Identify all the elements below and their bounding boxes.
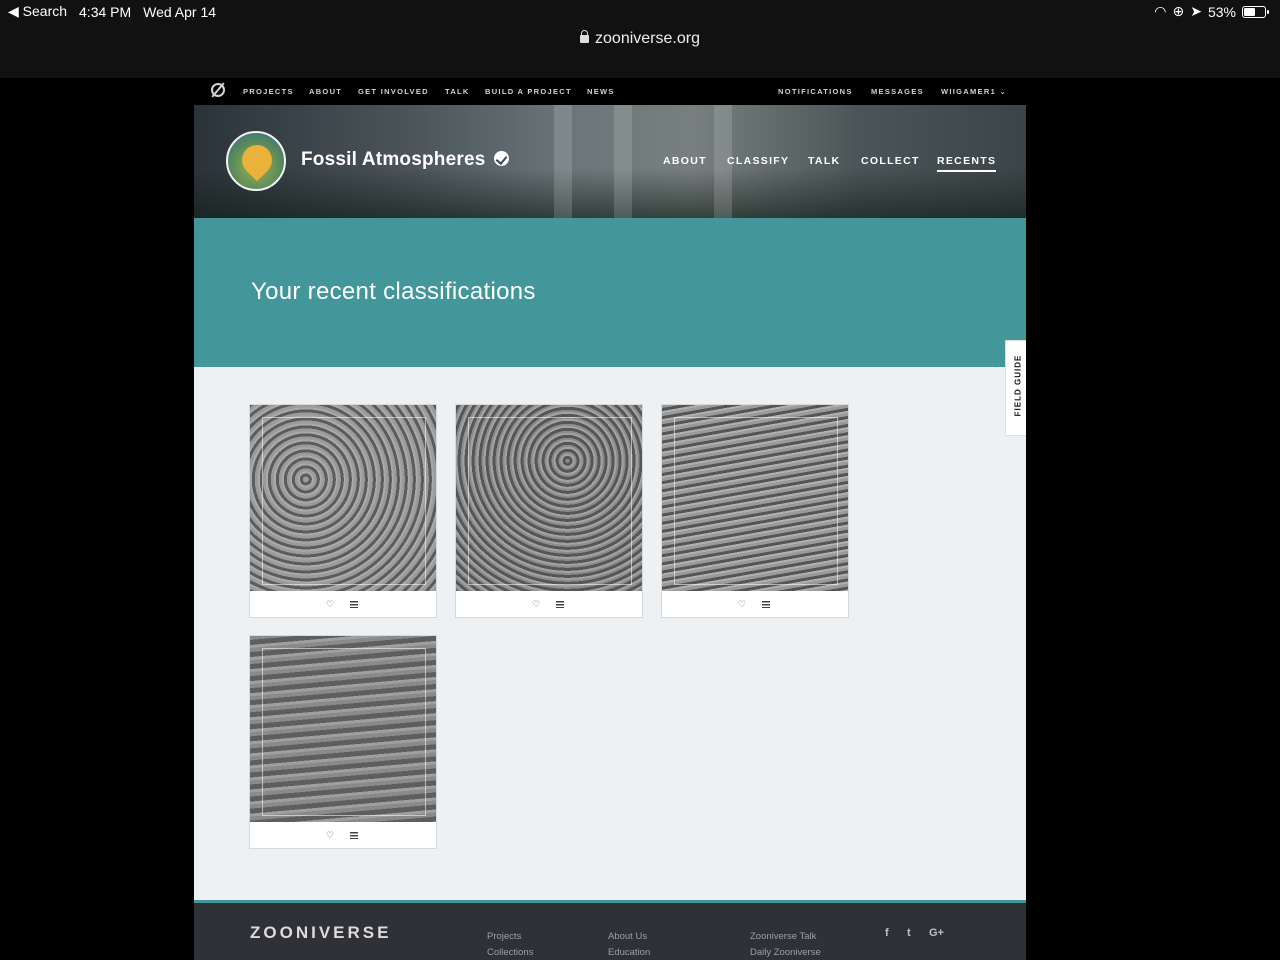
nav-news[interactable]: NEWS: [587, 87, 615, 96]
status-time: 4:34 PM: [79, 3, 132, 20]
project-title[interactable]: Fossil Atmospheres: [301, 149, 509, 171]
footer-link-projects[interactable]: Projects: [487, 929, 533, 945]
battery-percent: 53%: [1207, 3, 1236, 20]
project-tab-classify[interactable]: CLASSIFY: [727, 155, 789, 167]
battery-icon: [1242, 5, 1269, 18]
footer-brand[interactable]: ZOONIVERSE: [250, 923, 391, 943]
location-icon: ➤: [1190, 3, 1202, 19]
status-date: Wed Apr 14: [143, 3, 217, 20]
battery-fill: [1244, 7, 1255, 16]
list-icon[interactable]: [350, 601, 358, 608]
card-actions: ♡: [456, 592, 642, 618]
recent-classification-card: ♡: [249, 635, 437, 849]
project-header: Fossil Atmospheres ABOUT CLASSIFY TALK C…: [194, 105, 1026, 218]
footer-link-about-us[interactable]: About Us: [608, 929, 650, 945]
wifi-icon: ◠: [1154, 3, 1167, 19]
background-pillar: [614, 105, 632, 218]
project-avatar[interactable]: [226, 131, 286, 191]
project-tab-talk[interactable]: TALK: [808, 155, 840, 167]
lock-icon: [580, 30, 590, 43]
subject-thumbnail[interactable]: [456, 405, 642, 591]
background-pillar: [554, 105, 572, 218]
nav-about[interactable]: ABOUT: [309, 87, 342, 96]
recent-classification-card: ♡: [249, 404, 437, 618]
heart-icon[interactable]: ♡: [326, 831, 335, 840]
footer-column: Zooniverse Talk Daily Zooniverse: [750, 929, 821, 960]
twitter-icon[interactable]: t: [907, 927, 911, 939]
subject-thumbnail[interactable]: [250, 636, 436, 822]
subject-thumbnail[interactable]: [250, 405, 436, 591]
card-actions: ♡: [250, 592, 436, 618]
chevron-down-icon: ⌄: [999, 87, 1008, 96]
zooniverse-logo-icon[interactable]: [211, 83, 225, 97]
user-name: WIIGAMER1: [941, 87, 997, 96]
footer-link-daily-zooniverse[interactable]: Daily Zooniverse: [750, 945, 821, 960]
nav-talk[interactable]: TALK: [445, 87, 470, 96]
status-bar: ◀ Search 4:34 PM Wed Apr 14 ◠ ⊕ ➤ 53%: [0, 0, 1280, 22]
list-icon[interactable]: [350, 832, 358, 839]
url-text[interactable]: zooniverse.org: [595, 30, 700, 47]
footer-link-collections[interactable]: Collections: [487, 945, 533, 960]
footer-link-zooniverse-talk[interactable]: Zooniverse Talk: [750, 929, 821, 945]
footer: ZOONIVERSE Projects Collections About Us…: [194, 900, 1026, 960]
nav-build-a-project[interactable]: BUILD A PROJECT: [485, 87, 572, 96]
project-tab-collect[interactable]: COLLECT: [861, 155, 920, 167]
verified-check-icon: [493, 151, 509, 166]
user-menu[interactable]: WIIGAMER1 ⌄: [941, 87, 1007, 96]
footer-column: Projects Collections: [487, 929, 533, 960]
page: PROJECTS ABOUT GET INVOLVED TALK BUILD A…: [194, 78, 1026, 960]
heart-icon[interactable]: ♡: [532, 600, 541, 609]
browser-address-bar[interactable]: zooniverse.org: [0, 22, 1280, 78]
zooniverse-nav: PROJECTS ABOUT GET INVOLVED TALK BUILD A…: [194, 78, 1026, 105]
list-icon[interactable]: [556, 601, 564, 608]
nav-notifications[interactable]: NOTIFICATIONS: [778, 87, 853, 96]
page-banner: Your recent classifications: [194, 218, 1026, 367]
footer-column: About Us Education: [608, 929, 650, 960]
project-tab-recents[interactable]: RECENTS: [937, 155, 997, 172]
field-guide-label: FIELD GUIDE: [1013, 354, 1023, 417]
heart-icon[interactable]: ♡: [326, 600, 335, 609]
recent-classification-card: ♡: [661, 404, 849, 618]
nav-messages[interactable]: MESSAGES: [871, 87, 924, 96]
page-title: Your recent classifications: [251, 278, 536, 305]
facebook-icon[interactable]: f: [885, 927, 889, 939]
project-title-text: Fossil Atmospheres: [301, 149, 486, 170]
list-icon[interactable]: [762, 601, 770, 608]
field-guide-tab[interactable]: FIELD GUIDE: [1005, 340, 1026, 436]
footer-link-education[interactable]: Education: [608, 945, 650, 960]
heart-icon[interactable]: ♡: [738, 600, 747, 609]
subject-thumbnail[interactable]: [662, 405, 848, 591]
back-to-search-link[interactable]: ◀ Search: [8, 3, 67, 20]
nav-projects[interactable]: PROJECTS: [243, 87, 294, 96]
ginkgo-leaf-icon: [235, 138, 279, 182]
orientation-lock-icon: ⊕: [1172, 3, 1185, 19]
card-actions: ♡: [250, 823, 436, 849]
google-plus-icon[interactable]: G+: [929, 927, 944, 939]
project-tab-about[interactable]: ABOUT: [663, 155, 707, 167]
card-actions: ♡: [662, 592, 848, 618]
recent-classification-card: ♡: [455, 404, 643, 618]
nav-get-involved[interactable]: GET INVOLVED: [358, 87, 429, 96]
